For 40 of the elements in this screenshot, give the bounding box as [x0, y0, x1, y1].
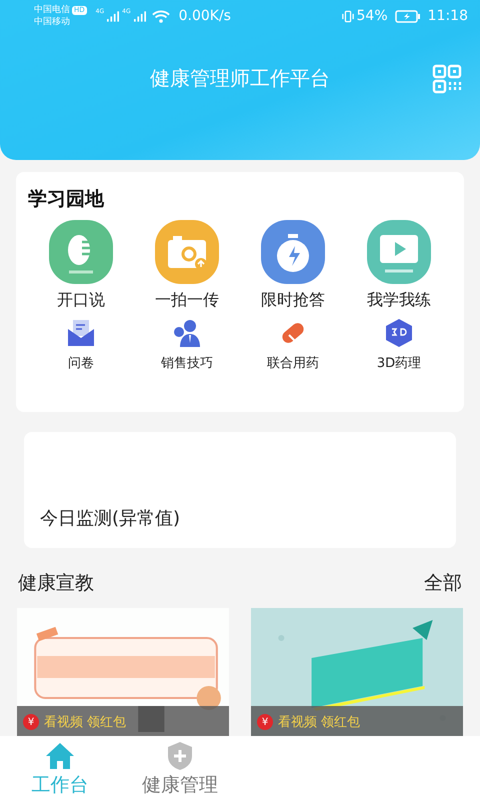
video-card[interactable]: ¥ 看视频 领红包: [251, 608, 463, 738]
money-bag-icon: ¥: [23, 714, 39, 730]
app-label: 一拍一传: [155, 290, 219, 311]
wifi-icon: [152, 10, 170, 22]
app-label: 联合用药: [267, 355, 319, 372]
battery-percent: 54%: [356, 8, 388, 24]
home-icon: [44, 740, 76, 772]
carrier-text: 中国移动: [34, 16, 71, 28]
app-label: 3D药理: [376, 355, 422, 372]
app-label: 限时抢答: [261, 290, 325, 311]
speak-app-icon[interactable]: [49, 220, 113, 284]
signal-icon: [107, 10, 120, 22]
page-title: 健康管理师工作平台: [150, 64, 330, 92]
envelope-icon[interactable]: [65, 317, 97, 349]
qr-scan-icon[interactable]: [432, 64, 462, 94]
app-label: 开口说: [57, 290, 105, 311]
cube-icon[interactable]: [383, 317, 415, 349]
app-label: 销售技巧: [161, 355, 213, 372]
clock: 11:18: [428, 8, 468, 24]
battery-icon: [394, 10, 421, 22]
nav-tab[interactable]: 健康管理: [120, 736, 240, 800]
vibrate-icon: [342, 10, 354, 22]
person-icon[interactable]: [171, 317, 203, 349]
app-label: 问卷: [68, 355, 94, 372]
app-label: 我学我练: [367, 290, 431, 311]
carrier-text: 中国电信: [34, 4, 70, 16]
reward-text: 看视频 领红包: [278, 714, 360, 731]
monitor-card[interactable]: 今日监测(异常值): [24, 432, 456, 548]
video-app-icon[interactable]: [367, 220, 431, 284]
reward-text: 看视频 领红包: [44, 714, 126, 731]
signal-icon: [134, 10, 146, 22]
view-all-link[interactable]: 全部: [424, 570, 462, 596]
timer-app-icon[interactable]: [261, 220, 325, 284]
network-speed: 0.00K/s: [178, 8, 231, 24]
nav-tab[interactable]: 工作台: [0, 736, 120, 800]
camera-app-icon[interactable]: [155, 220, 219, 284]
section-title: 健康宣教: [18, 571, 94, 596]
section-title: 学习园地: [27, 187, 106, 212]
money-bag-icon: ¥: [257, 714, 273, 730]
monitor-title: 今日监测(异常值): [40, 507, 180, 530]
